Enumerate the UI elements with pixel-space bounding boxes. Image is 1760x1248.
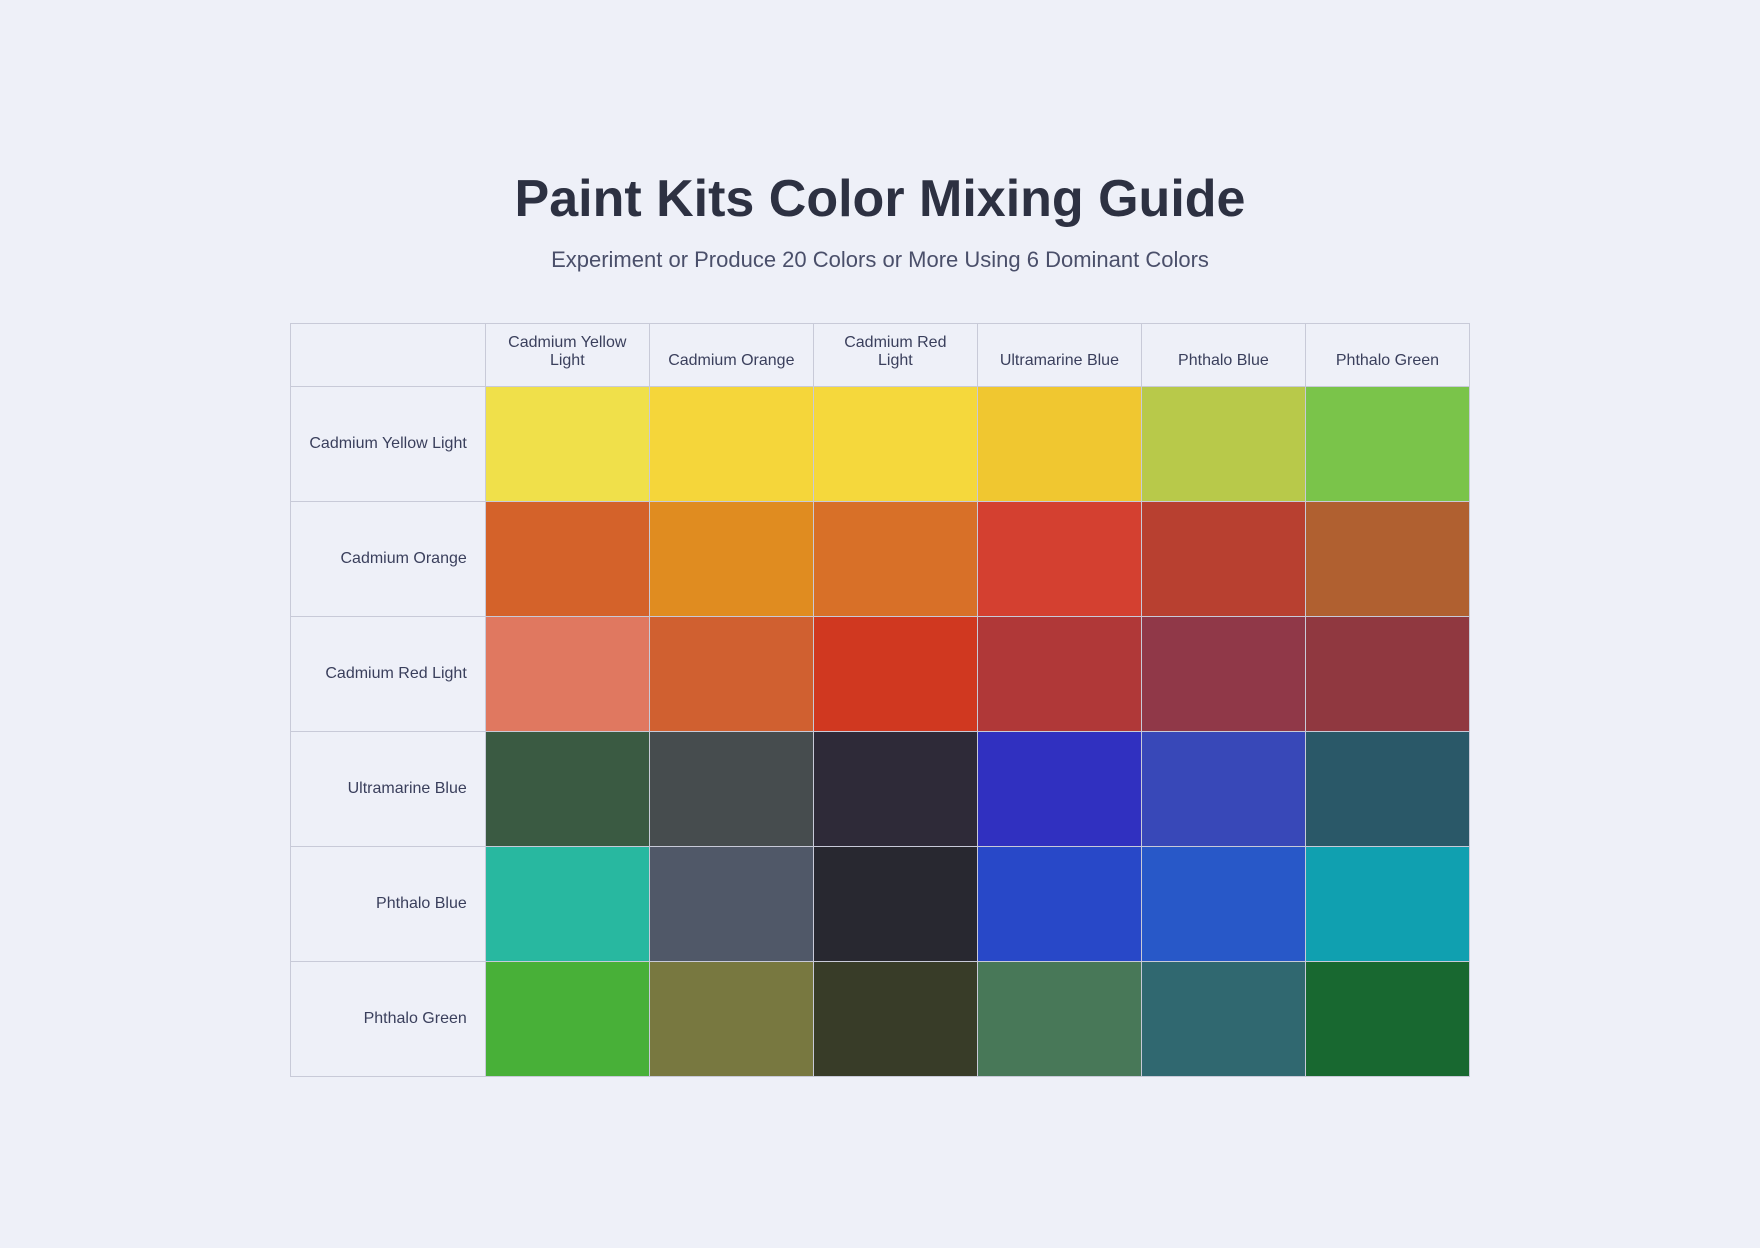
- table-row: Ultramarine Blue: [291, 731, 1470, 846]
- color-cell-r5-c3: [977, 961, 1141, 1076]
- color-cell-r5-c4: [1141, 961, 1305, 1076]
- color-cell-r3-c3: [977, 731, 1141, 846]
- header-row: Cadmium Yellow LightCadmium OrangeCadmiu…: [291, 323, 1470, 386]
- color-cell-r3-c1: [649, 731, 813, 846]
- color-cell-r1-c1: [649, 501, 813, 616]
- main-title: Paint Kits Color Mixing Guide: [260, 171, 1500, 228]
- color-cell-r4-c5: [1305, 846, 1469, 961]
- table-row: Cadmium Yellow Light: [291, 386, 1470, 501]
- color-cell-r5-c2: [813, 961, 977, 1076]
- row-label-4: Phthalo Blue: [291, 846, 486, 961]
- color-cell-r4-c4: [1141, 846, 1305, 961]
- color-cell-r2-c5: [1305, 616, 1469, 731]
- col-header-2: Cadmium Red Light: [813, 323, 977, 386]
- row-label-5: Phthalo Green: [291, 961, 486, 1076]
- row-label-2: Cadmium Red Light: [291, 616, 486, 731]
- table-row: Phthalo Blue: [291, 846, 1470, 961]
- color-cell-r4-c3: [977, 846, 1141, 961]
- color-cell-r3-c0: [485, 731, 649, 846]
- color-cell-r2-c3: [977, 616, 1141, 731]
- color-cell-r2-c2: [813, 616, 977, 731]
- color-cell-r4-c0: [485, 846, 649, 961]
- color-cell-r0-c2: [813, 386, 977, 501]
- row-label-3: Ultramarine Blue: [291, 731, 486, 846]
- color-cell-r5-c5: [1305, 961, 1469, 1076]
- color-mixing-table: Cadmium Yellow LightCadmium OrangeCadmiu…: [290, 323, 1470, 1077]
- col-header-3: Ultramarine Blue: [977, 323, 1141, 386]
- color-cell-r4-c1: [649, 846, 813, 961]
- color-cell-r0-c3: [977, 386, 1141, 501]
- col-header-1: Cadmium Orange: [649, 323, 813, 386]
- row-label-0: Cadmium Yellow Light: [291, 386, 486, 501]
- color-cell-r1-c3: [977, 501, 1141, 616]
- col-header-4: Phthalo Blue: [1141, 323, 1305, 386]
- color-cell-r0-c4: [1141, 386, 1305, 501]
- color-cell-r0-c1: [649, 386, 813, 501]
- col-header-0: Cadmium Yellow Light: [485, 323, 649, 386]
- color-cell-r4-c2: [813, 846, 977, 961]
- table-row: Phthalo Green: [291, 961, 1470, 1076]
- row-label-1: Cadmium Orange: [291, 501, 486, 616]
- subtitle: Experiment or Produce 20 Colors or More …: [260, 247, 1500, 273]
- color-cell-r2-c4: [1141, 616, 1305, 731]
- color-cell-r0-c5: [1305, 386, 1469, 501]
- page-container: Paint Kits Color Mixing Guide Experiment…: [220, 111, 1540, 1136]
- table-header: Cadmium Yellow LightCadmium OrangeCadmiu…: [291, 323, 1470, 386]
- color-cell-r1-c5: [1305, 501, 1469, 616]
- table-row: Cadmium Red Light: [291, 616, 1470, 731]
- corner-cell: [291, 323, 486, 386]
- color-cell-r3-c5: [1305, 731, 1469, 846]
- table-row: Cadmium Orange: [291, 501, 1470, 616]
- color-cell-r1-c2: [813, 501, 977, 616]
- color-cell-r1-c4: [1141, 501, 1305, 616]
- color-cell-r0-c0: [485, 386, 649, 501]
- color-cell-r2-c1: [649, 616, 813, 731]
- table-body: Cadmium Yellow LightCadmium OrangeCadmiu…: [291, 386, 1470, 1076]
- color-cell-r5-c0: [485, 961, 649, 1076]
- color-cell-r2-c0: [485, 616, 649, 731]
- color-cell-r3-c2: [813, 731, 977, 846]
- color-cell-r5-c1: [649, 961, 813, 1076]
- color-cell-r1-c0: [485, 501, 649, 616]
- col-header-5: Phthalo Green: [1305, 323, 1469, 386]
- color-cell-r3-c4: [1141, 731, 1305, 846]
- grid-wrapper: Cadmium Yellow LightCadmium OrangeCadmiu…: [260, 323, 1500, 1077]
